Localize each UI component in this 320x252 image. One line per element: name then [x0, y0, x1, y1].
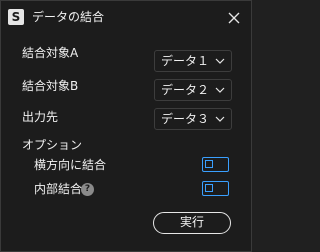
target-a-label: 結合対象A	[22, 46, 79, 60]
output-value: データ３	[161, 112, 210, 126]
horizontal-merge-toggle[interactable]	[202, 157, 229, 172]
inner-join-toggle[interactable]	[202, 181, 229, 196]
target-a-select[interactable]: データ１	[154, 50, 232, 72]
output-label: 出力先	[22, 110, 59, 124]
chevron-down-icon	[215, 116, 225, 122]
target-b-label: 結合対象B	[22, 79, 79, 93]
inner-join-label: 内部結合	[34, 182, 83, 196]
chevron-down-icon	[215, 58, 225, 64]
run-button[interactable]: 実行	[153, 212, 231, 234]
title-bar: S データの結合	[1, 1, 251, 33]
toggle-knob	[205, 184, 213, 192]
window-title: データの結合	[32, 10, 105, 24]
options-heading: オプション	[22, 138, 83, 152]
target-a-value: データ１	[161, 54, 210, 68]
merge-data-dialog: S データの結合 結合対象A データ１ 結合対象B データ２ 出力先 データ３ …	[0, 0, 252, 252]
close-icon	[228, 12, 240, 24]
horizontal-merge-label: 横方向に結合	[34, 158, 107, 172]
toggle-knob	[205, 160, 213, 168]
help-icon[interactable]: ?	[81, 183, 94, 196]
target-b-value: データ２	[161, 83, 210, 97]
close-button[interactable]	[223, 7, 245, 29]
chevron-down-icon	[215, 87, 225, 93]
output-select[interactable]: データ３	[154, 108, 232, 130]
app-icon: S	[8, 9, 24, 25]
target-b-select[interactable]: データ２	[154, 79, 232, 101]
